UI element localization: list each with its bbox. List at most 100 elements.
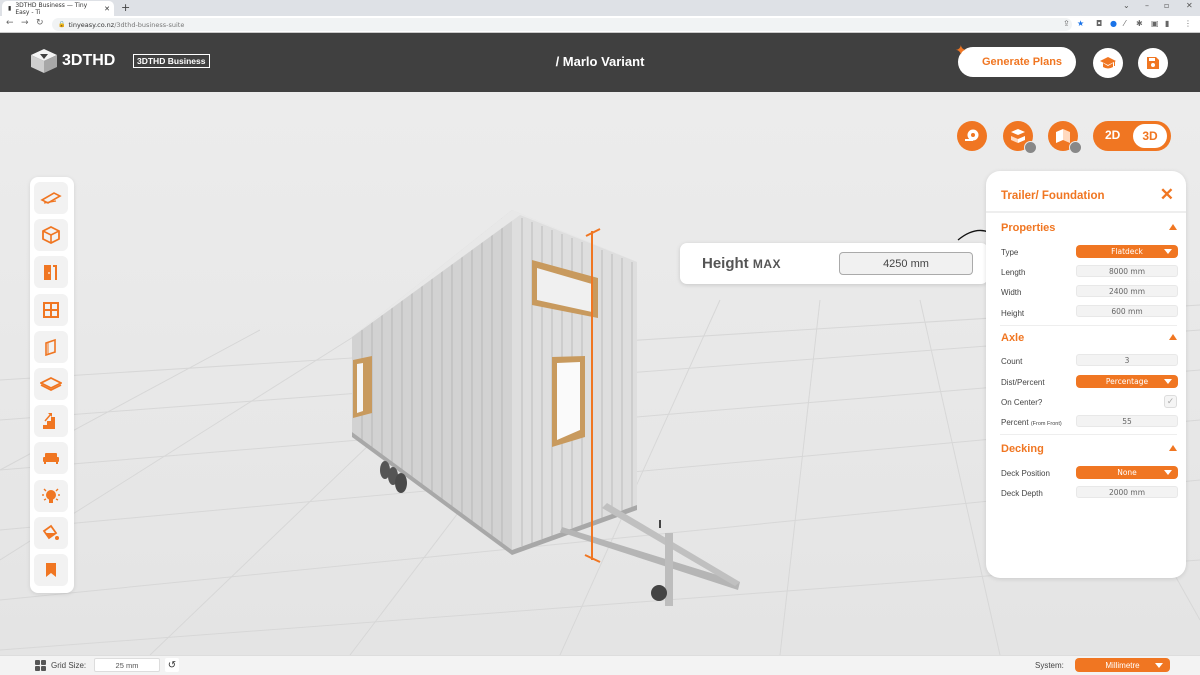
axle-count-input[interactable]: 3 [1076, 354, 1178, 366]
divider [986, 211, 1186, 213]
generate-plans-button[interactable]: Generate Plans [958, 47, 1076, 77]
tool-foundation[interactable] [34, 182, 68, 214]
height-max-popup: Height MAX 4250 mm [680, 243, 988, 284]
paint-bucket-icon [42, 524, 59, 540]
collapse-caret-icon [1169, 445, 1177, 451]
tool-cladding[interactable] [34, 330, 68, 363]
height-max-input[interactable]: 4250 mm [839, 252, 973, 275]
measure-tape-button[interactable] [957, 121, 987, 151]
percent-input[interactable]: 55 [1076, 415, 1178, 427]
deck-position-select[interactable]: None [1076, 466, 1178, 479]
stairs-icon [43, 413, 55, 430]
share-icon[interactable]: ⇪ [1063, 19, 1070, 28]
on-center-label: On Center? [1001, 398, 1043, 407]
deck-depth-label: Deck Depth [1001, 489, 1043, 498]
eyedropper-icon[interactable]: ⁄ [1124, 19, 1125, 28]
height-max-label: Height MAX [702, 255, 782, 272]
tool-paint[interactable] [34, 516, 68, 549]
tool-doors[interactable] [34, 256, 68, 289]
count-label: Count [1001, 357, 1023, 366]
back-button[interactable]: ← [6, 18, 14, 28]
trailer-base-icon [40, 192, 62, 204]
camera-badge-icon [1024, 141, 1037, 154]
profile-icon[interactable]: ▮ [1165, 19, 1169, 28]
length-label: Length [1001, 268, 1026, 277]
floppy-save-icon [1147, 57, 1159, 69]
height-input[interactable]: 600 mm [1076, 305, 1178, 317]
extension-icon[interactable]: ● [1110, 19, 1117, 28]
divider [1000, 325, 1177, 326]
collapse-caret-icon [1169, 334, 1177, 340]
camera-badge-icon [1069, 141, 1082, 154]
minimize-button[interactable]: – [1145, 1, 1149, 10]
close-window-button[interactable]: ✕ [1186, 1, 1193, 10]
camera-extension-icon[interactable]: ◘ [1096, 19, 1102, 28]
checkmark-icon: ✓ [1166, 396, 1175, 407]
sidepanel-icon[interactable]: ▣ [1151, 19, 1159, 28]
view-mode-toggle[interactable]: 2D 3D [1093, 121, 1171, 151]
type-select[interactable]: Flatdeck [1076, 245, 1178, 258]
address-bar[interactable]: 🔒 tinyeasy.co.nz/3dthd-business-suite [52, 18, 1072, 31]
tab-search-icon[interactable]: ⌄ [1123, 1, 1130, 10]
reload-button[interactable]: ↻ [36, 18, 44, 28]
cube-icon [42, 226, 60, 245]
bookmark-star-icon[interactable]: ★ [1077, 19, 1084, 28]
toggle-3d[interactable]: 3D [1133, 124, 1167, 148]
close-panel-button[interactable]: ✕ [1160, 186, 1174, 203]
lock-icon: 🔒 [58, 21, 66, 28]
on-center-checkbox[interactable]: ✓ [1164, 395, 1177, 408]
grid-size-input[interactable]: 25 mm [94, 658, 160, 672]
dropdown-caret-icon [1164, 249, 1172, 254]
tool-bookmarks[interactable] [34, 553, 68, 586]
close-tab-icon[interactable]: ✕ [104, 5, 110, 13]
new-tab-button[interactable]: + [121, 1, 130, 14]
section-properties-header[interactable]: Properties [1001, 222, 1177, 234]
url-host: tinyeasy.co.nz [68, 20, 115, 29]
tool-floor[interactable] [34, 367, 68, 400]
deck-depth-input[interactable]: 2000 mm [1076, 486, 1178, 498]
app-header: 3DTHD 3DTHD Business / Marlo Variant Gen… [0, 33, 1200, 92]
toggle-2d[interactable]: 2D [1105, 128, 1120, 142]
tab-title: 3DTHD Business — Tiny Easy - Ti [15, 1, 88, 16]
puzzle-icon[interactable]: ✱ [1136, 19, 1143, 28]
browser-tab-strip: ▮ 3DTHD Business — Tiny Easy - Ti ✕ + ⌄ … [0, 0, 1200, 16]
forward-button[interactable]: → [21, 18, 29, 28]
save-button[interactable] [1138, 48, 1168, 78]
sparkle-icon: ✦ [955, 43, 967, 59]
door-icon [44, 265, 57, 281]
reset-grid-button[interactable]: ↺ [165, 658, 179, 672]
tool-windows[interactable] [34, 293, 68, 326]
deck-position-label: Deck Position [1001, 469, 1050, 478]
restore-button[interactable]: ▫ [1164, 1, 1169, 10]
browser-tab[interactable]: ▮ 3DTHD Business — Tiny Easy - Ti ✕ [2, 1, 114, 16]
window-icon [43, 301, 59, 318]
dropdown-caret-icon [1164, 379, 1172, 384]
tool-lighting[interactable] [34, 479, 68, 512]
unit-system-select[interactable]: Millimetre [1075, 658, 1170, 672]
tool-furniture[interactable] [34, 442, 68, 475]
tool-walls[interactable] [34, 219, 68, 252]
section-axle-header[interactable]: Axle [1001, 332, 1177, 344]
graduation-cap-icon [1100, 57, 1116, 69]
height-label: Height [1001, 309, 1025, 318]
system-label: System: [1035, 661, 1064, 670]
bookmark-icon [46, 562, 56, 577]
length-input[interactable]: 8000 mm [1076, 265, 1178, 277]
wall-cutaway-button[interactable] [1048, 121, 1082, 154]
reset-icon: ↺ [167, 659, 177, 671]
panel-title: Trailer/ Foundation [1001, 190, 1105, 202]
left-toolbar [30, 177, 74, 593]
dropdown-caret-icon [1164, 470, 1172, 475]
floor-cutaway-button[interactable] [1003, 121, 1037, 154]
dist-percent-select[interactable]: Percentage [1076, 375, 1178, 388]
section-decking-header[interactable]: Decking [1001, 443, 1177, 455]
menu-icon[interactable]: ⋮ [1184, 19, 1192, 28]
tutorial-button[interactable] [1093, 48, 1123, 78]
bottom-status-bar: Grid Size: 25 mm ↺ System: Millimetre [0, 655, 1200, 675]
tape-measure-icon [965, 129, 979, 141]
divider [1000, 434, 1177, 435]
panel-icon [45, 338, 56, 356]
tool-stairs[interactable] [34, 405, 68, 438]
width-input[interactable]: 2400 mm [1076, 285, 1178, 297]
width-label: Width [1001, 288, 1022, 297]
